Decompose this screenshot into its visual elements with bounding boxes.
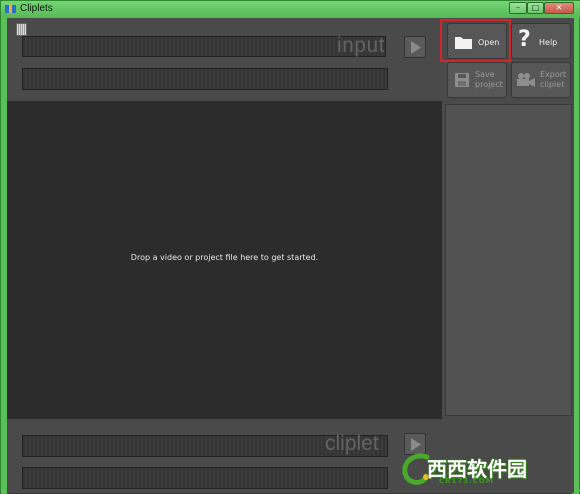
floppy-disk-icon [455,73,469,87]
minimize-button[interactable]: – [509,2,527,14]
folder-icon [455,37,472,49]
site-watermark-subtext: CR173.COM [439,477,494,485]
save-label-line1: Save [475,70,495,79]
properties-panel-inner [445,104,572,416]
drop-instructions: Drop a video or project file here to get… [130,253,319,262]
close-button[interactable]: ✕ [544,2,574,14]
input-play-button[interactable] [404,36,426,58]
toolbar-panel: Open ? Help Save project Export cliplet [443,18,574,101]
input-panel: input [7,18,443,101]
play-icon [411,41,421,54]
input-scrub-handle[interactable] [16,23,27,36]
save-label-line2: project [475,80,503,89]
export-label-line1: Export [540,70,567,79]
input-timeline[interactable] [22,36,386,57]
question-mark-icon: ? [518,27,531,52]
cliplet-panel: cliplet [7,419,443,493]
export-label-line2: cliplet [540,80,565,89]
input-watermark-label: input [336,34,385,57]
cliplet-track-bar[interactable] [22,467,388,489]
cliplets-app-icon [5,4,16,13]
help-button[interactable]: ? Help [511,23,571,59]
title-bar[interactable]: Cliplets – □ ✕ [1,1,580,18]
properties-panel [443,101,574,419]
cliplet-watermark-label: cliplet [325,432,379,455]
help-button-label: Help [539,38,558,47]
maximize-button[interactable]: □ [527,2,544,14]
site-watermark-logo: 西西软件园 CR173.COM [399,447,569,491]
window-title: Cliplets [20,3,53,14]
video-drop-area[interactable]: Drop a video or project file here to get… [7,101,442,419]
export-cliplet-button[interactable]: Export cliplet [511,62,571,98]
input-track-bar[interactable] [22,68,388,90]
save-project-button[interactable]: Save project [447,62,507,98]
app-window: Cliplets – □ ✕ input Drop a video or pro… [0,0,580,494]
open-button-label: Open [478,38,500,47]
video-camera-icon [517,73,535,87]
open-button[interactable]: Open [447,23,507,59]
